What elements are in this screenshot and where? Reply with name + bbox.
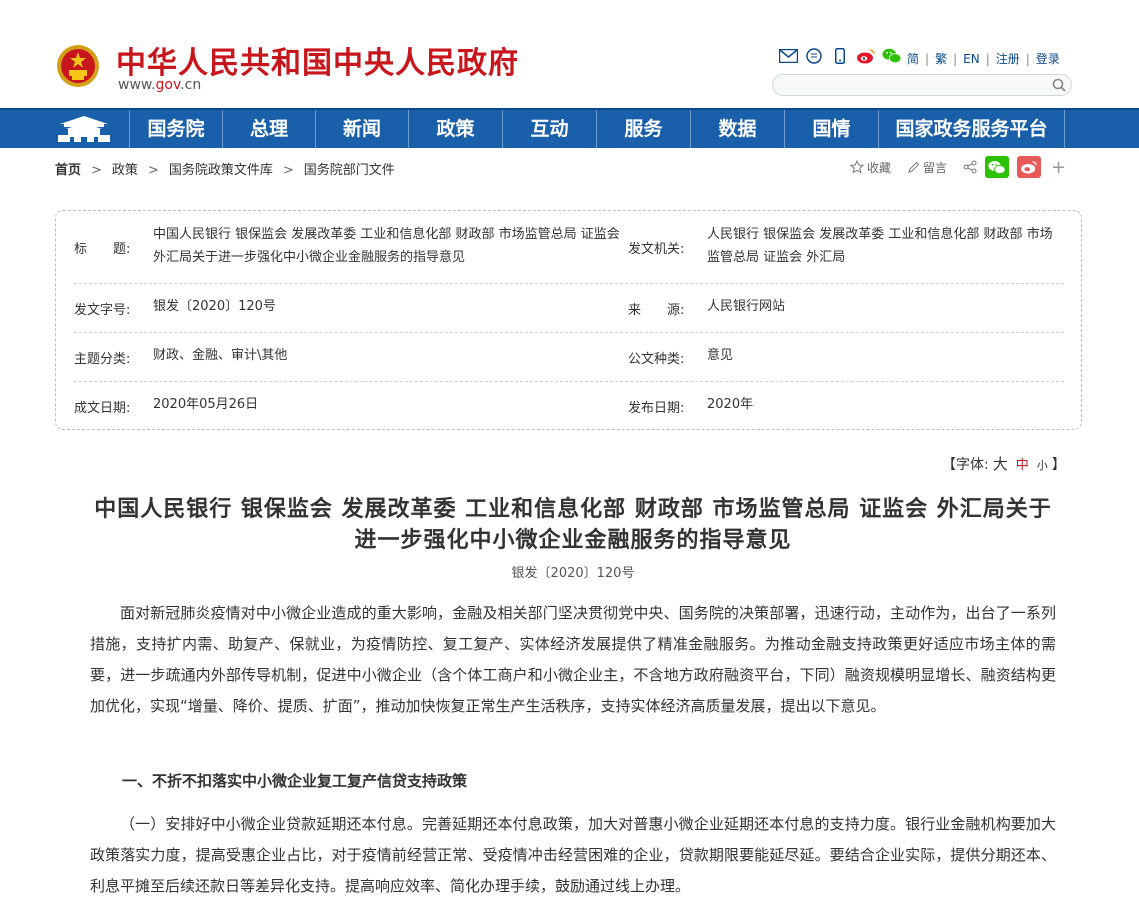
top-links: 简 | 繁 | EN | 注册 | 登录 — [907, 52, 1060, 66]
english-link[interactable]: EN — [963, 52, 980, 66]
font-size-switcher: 【字体: 大中小】 — [942, 453, 1066, 474]
written-date-value: 2020年05月26日 — [153, 397, 259, 412]
nav-items: 国务院 总理 新闻 政策 互动 服务 数据 国情 国家政务服务平台 — [129, 110, 1065, 148]
weibo-icon — [1021, 161, 1037, 174]
pencil-icon — [908, 161, 920, 173]
section-heading-1: 一、不折不扣落实中小微企业复工复产信贷支持政策 — [122, 772, 468, 790]
font-size-suffix: 】 — [1051, 457, 1066, 473]
page-tools: 收藏 留言 + — [850, 156, 1066, 178]
favorite-label: 收藏 — [867, 160, 892, 175]
docno-value: 银发〔2020〕120号 — [153, 299, 276, 314]
written-date-label: 成文日期: — [74, 401, 131, 416]
url-domain: gov — [155, 77, 181, 93]
site-url[interactable]: www.gov.cn — [118, 77, 201, 93]
traditional-link[interactable]: 繁 — [935, 52, 947, 66]
site-header: 中华人民共和国中央人民政府 www.gov.cn 简 | 繁 | EN | 注册 | 登录 — [0, 0, 1139, 108]
top-icon-bar — [778, 46, 902, 66]
more-share-button[interactable]: + — [1051, 157, 1066, 178]
share-weibo-button[interactable] — [1017, 156, 1042, 178]
published-date-label: 发布日期: — [628, 401, 685, 416]
font-size-large[interactable]: 大 — [993, 455, 1008, 473]
site-title[interactable]: 中华人民共和国中央人民政府 — [116, 38, 519, 82]
breadcrumb-home[interactable]: 首页 — [55, 163, 81, 178]
docno-label: 发文字号: — [74, 303, 131, 318]
breadcrumb-policy-library[interactable]: 国务院政策文件库 — [169, 163, 273, 178]
star-icon — [850, 160, 864, 174]
source-label: 来 源: — [628, 303, 685, 318]
document-info-box: 标 题: 中国人民银行 银保监会 发展改革委 工业和信息化部 财政部 市场监管总… — [55, 210, 1082, 430]
login-link[interactable]: 登录 — [1036, 52, 1060, 66]
chevron-right-icon: > — [147, 163, 159, 178]
mail-icon[interactable] — [778, 46, 798, 66]
doc-type-label: 公文种类: — [628, 352, 685, 367]
share-icon — [963, 160, 977, 174]
comment-label: 留言 — [923, 160, 948, 175]
font-size-prefix: 【字体: — [942, 457, 989, 473]
nav-item-national-info[interactable]: 国情 — [784, 110, 878, 148]
nav-item-gov-service-platform[interactable]: 国家政务服务平台 — [878, 110, 1065, 148]
nav-item-policy[interactable]: 政策 — [408, 110, 502, 148]
source-value: 人民银行网站 — [707, 299, 786, 314]
info-row-topic: 主题分类: 财政、金融、审计\其他 公文种类: 意见 — [74, 332, 1064, 382]
url-prefix: www. — [118, 77, 156, 93]
published-date-value: 2020年 — [707, 397, 754, 412]
issuer-label: 发文机关: — [628, 242, 685, 257]
issuer-value: 人民银行 银保监会 发展改革委 工业和信息化部 财政部 市场监管总局 证监会 外… — [707, 227, 1053, 265]
search-input[interactable] — [772, 74, 1072, 96]
topic-value: 财政、金融、审计\其他 — [153, 348, 288, 363]
message-icon[interactable] — [804, 46, 824, 66]
share-button[interactable] — [963, 160, 977, 174]
nav-item-news[interactable]: 新闻 — [315, 110, 408, 148]
chevron-right-icon: > — [91, 163, 102, 178]
article-doc-number: 银发〔2020〕120号 — [511, 566, 635, 581]
national-emblem-icon[interactable] — [56, 44, 100, 88]
share-wechat-button[interactable] — [985, 156, 1010, 178]
font-size-small[interactable]: 小 — [1037, 459, 1048, 472]
nav-item-data[interactable]: 数据 — [690, 110, 784, 148]
wechat-icon[interactable] — [882, 46, 902, 66]
topic-label: 主题分类: — [74, 352, 131, 367]
breadcrumb: 首页 > 政策 > 国务院政策文件库 > 国务院部门文件 — [55, 159, 395, 178]
breadcrumb-policy[interactable]: 政策 — [112, 163, 138, 178]
comment-button[interactable]: 留言 — [907, 159, 947, 176]
info-row-title: 标 题: 中国人民银行 银保监会 发展改革委 工业和信息化部 财政部 市场监管总… — [74, 211, 1064, 284]
nav-item-premier[interactable]: 总理 — [222, 110, 315, 148]
info-row-dates: 成文日期: 2020年05月26日 发布日期: 2020年 — [74, 381, 1064, 429]
simplified-link[interactable]: 简 — [907, 52, 919, 66]
weibo-icon[interactable] — [856, 46, 876, 66]
breadcrumb-department-docs[interactable]: 国务院部门文件 — [304, 163, 395, 178]
nav-item-state-council[interactable]: 国务院 — [129, 110, 222, 148]
wechat-icon — [988, 160, 1006, 174]
title-label: 标 题: — [74, 242, 131, 257]
doc-type-value: 意见 — [707, 348, 734, 363]
nav-item-interaction[interactable]: 互动 — [502, 110, 596, 148]
favorite-button[interactable]: 收藏 — [850, 159, 891, 176]
tiananmen-logo-icon[interactable] — [52, 114, 116, 144]
chevron-right-icon: > — [282, 163, 294, 178]
mobile-icon[interactable] — [830, 46, 850, 66]
main-nav: 国务院 总理 新闻 政策 互动 服务 数据 国情 国家政务服务平台 — [0, 108, 1139, 148]
article-paragraph-2: （一）安排好中小微企业贷款延期还本付息。完善延期还本付息政策，加大对普惠小微企业… — [90, 815, 1056, 895]
register-link[interactable]: 注册 — [996, 52, 1020, 66]
title-value: 中国人民银行 银保监会 发展改革委 工业和信息化部 财政部 市场监管总局 证监会… — [153, 227, 620, 265]
article-paragraph-1: 面对新冠肺炎疫情对中小微企业造成的重大影响，金融及相关部门坚决贯彻党中央、国务院… — [90, 604, 1056, 715]
article-title: 中国人民银行 银保监会 发展改革委 工业和信息化部 财政部 市场监管总局 证监会… — [94, 497, 1052, 553]
nav-item-services[interactable]: 服务 — [596, 110, 690, 148]
info-row-docno: 发文字号: 银发〔2020〕120号 来 源: 人民银行网站 — [74, 283, 1064, 333]
search-icon[interactable] — [1051, 77, 1067, 93]
url-suffix: .cn — [180, 77, 202, 93]
font-size-medium[interactable]: 中 — [1016, 458, 1029, 473]
